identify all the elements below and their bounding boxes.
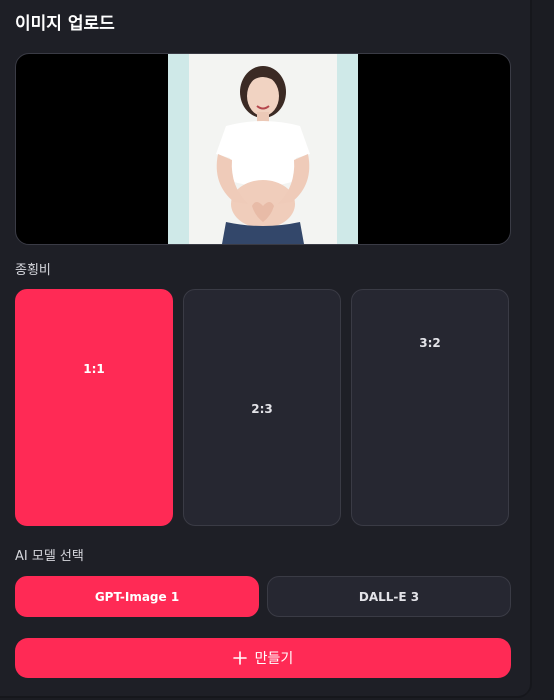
photo-illustration — [168, 54, 358, 244]
model-option-gpt-image-1[interactable]: GPT-Image 1 — [15, 576, 259, 617]
aspect-ratio-label: 종횡비 — [15, 263, 51, 278]
ai-model-label: AI 모델 선택 — [15, 549, 84, 564]
model-option-dall-e-3[interactable]: DALL-E 3 — [267, 576, 511, 617]
ratio-option-label: 1:1 — [83, 362, 105, 376]
ratio-option-2-3[interactable]: 2:3 — [183, 289, 341, 526]
ratio-option-3-2[interactable]: 3:2 — [351, 289, 509, 526]
image-generator-panel: 이미지 업로드 종횡비 1:1 2:3 3:2 AI 모델 선택 GPT-Ima… — [0, 0, 530, 696]
image-preview[interactable] — [15, 53, 511, 245]
upload-title: 이미지 업로드 — [15, 14, 115, 34]
plus-icon — [232, 651, 247, 665]
uploaded-photo — [168, 54, 358, 244]
ratio-option-label: 2:3 — [251, 402, 273, 416]
ratio-option-label: 3:2 — [419, 336, 441, 350]
create-button-label: 만들기 — [254, 651, 294, 667]
ratio-option-1-1[interactable]: 1:1 — [15, 289, 173, 526]
create-button[interactable]: 만들기 — [15, 638, 511, 678]
